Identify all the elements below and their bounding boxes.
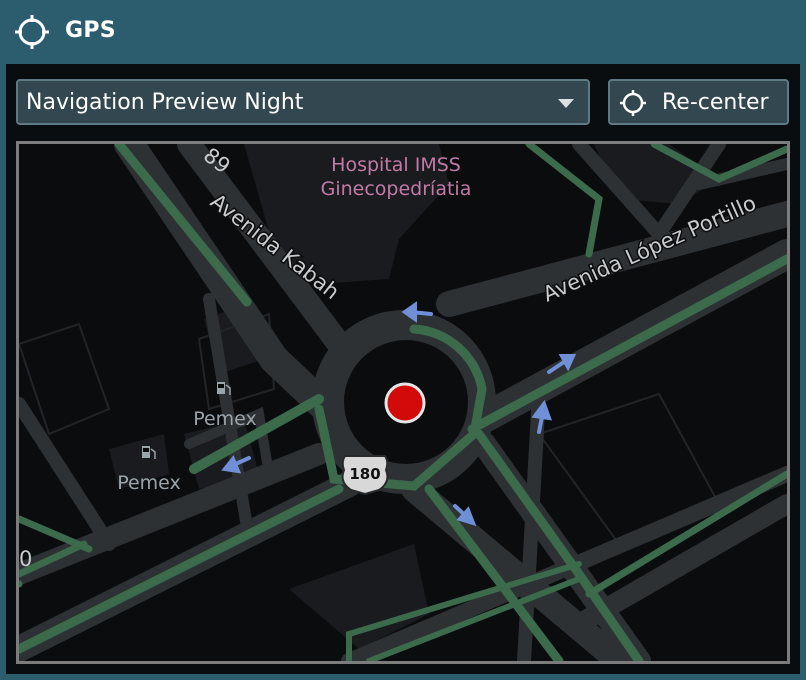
poi-hospital-label-line1: Hospital IMSS [331, 154, 461, 176]
chevron-down-icon [558, 99, 574, 108]
crosshair-icon [620, 90, 646, 116]
map-view[interactable]: Avenida Kabah Avenida López Portillo 89 … [16, 141, 790, 664]
map-canvas: Avenida Kabah Avenida López Portillo 89 … [19, 144, 787, 661]
map-style-dropdown[interactable]: Navigation Preview Night [16, 79, 590, 125]
recenter-button[interactable]: Re-center [608, 79, 789, 125]
panel-title: GPS [65, 18, 116, 43]
recenter-label: Re-center [662, 90, 769, 115]
poi-pemex-label-2: Pemex [117, 472, 181, 494]
route-shield-icon: 180 [341, 455, 389, 496]
panel-header: GPS [0, 0, 806, 64]
poi-hospital-label-line2: Ginecopedríatia [321, 178, 472, 200]
crosshair-icon [15, 15, 49, 49]
gps-panel: GPS Navigation Preview Night Re-center A… [0, 0, 806, 680]
route-shield-label: 180 [349, 465, 380, 483]
partial-number-label-left: 0 [19, 547, 32, 571]
poi-pemex-label-1: Pemex [193, 408, 257, 430]
current-position-marker [384, 382, 426, 424]
map-style-selected-value: Navigation Preview Night [26, 90, 304, 115]
